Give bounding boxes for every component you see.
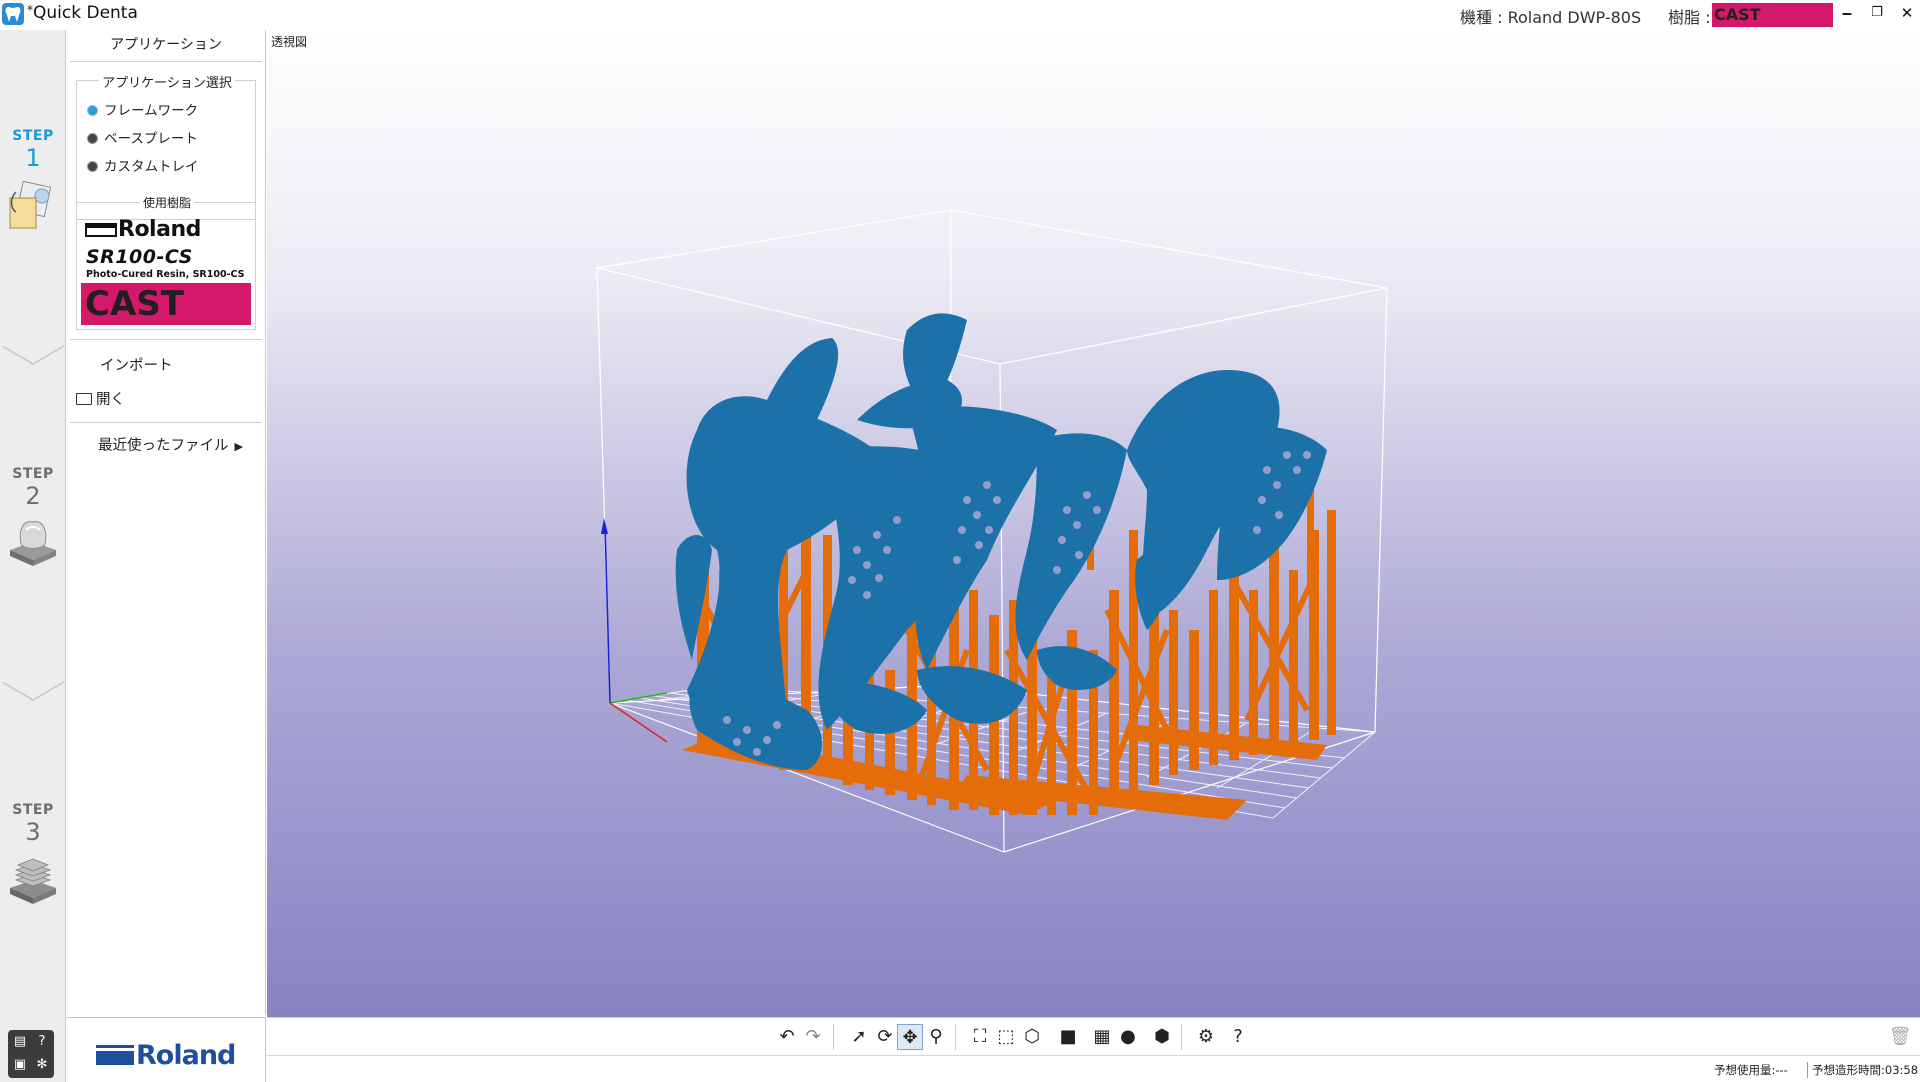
settings-icon[interactable]: ⚙ bbox=[1193, 1024, 1219, 1050]
zoom-icon[interactable]: ⚲ bbox=[923, 1024, 949, 1050]
step-3-label: STEP bbox=[12, 802, 54, 818]
quick-denta-app-icon[interactable] bbox=[2, 3, 24, 25]
select-icon[interactable]: ➚ bbox=[846, 1024, 872, 1050]
z-axis-arrow bbox=[601, 518, 608, 534]
close-button[interactable]: ✕ bbox=[1896, 2, 1918, 24]
step-1-label: STEP bbox=[12, 128, 54, 144]
submenu-arrow-icon: ▶ bbox=[234, 440, 243, 453]
divider bbox=[70, 422, 262, 423]
framework-document-icon bbox=[6, 178, 60, 234]
step-3-button[interactable]: STEP 3 bbox=[0, 802, 66, 908]
z-axis bbox=[604, 524, 611, 704]
resin-type-cast: CAST bbox=[81, 283, 251, 325]
trash-icon[interactable]: 🗑 bbox=[1887, 1024, 1913, 1050]
step-2-label: STEP bbox=[12, 466, 54, 482]
status-bar: 予想使用量:--- 予想造形時間:03:58 bbox=[267, 1055, 1920, 1082]
roland-logo: Roland bbox=[85, 217, 201, 242]
resin-name: SR100-CS bbox=[86, 246, 193, 268]
save-icon[interactable]: ▣ bbox=[11, 1056, 29, 1074]
document-icon[interactable]: ▤ bbox=[11, 1033, 29, 1051]
fit-selection-icon[interactable]: ⬚ bbox=[993, 1024, 1019, 1050]
help-icon[interactable]: ? bbox=[1225, 1024, 1251, 1050]
recent-files-menu[interactable]: 最近使ったファイル ▶ bbox=[98, 434, 243, 455]
title-bar: *Quick Denta 機種 : Roland DWP-80S 樹脂 : CA… bbox=[0, 0, 1920, 30]
estimated-build-time: 予想造形時間:03:58 bbox=[1807, 1062, 1918, 1078]
step-2-button[interactable]: STEP 2 bbox=[0, 466, 66, 572]
roland-brand-logo: Roland bbox=[66, 1017, 266, 1082]
settings-gear-icon[interactable]: ✻ bbox=[33, 1056, 51, 1074]
window-title: *Quick Denta bbox=[27, 3, 138, 23]
toolbar-separator bbox=[1181, 1024, 1182, 1050]
radio-framework[interactable]: フレームワーク bbox=[87, 99, 198, 119]
radio-checked-icon bbox=[87, 105, 98, 116]
display-mode-icon[interactable]: ■ bbox=[1055, 1024, 1081, 1050]
rotate-icon[interactable]: ⟳ bbox=[872, 1024, 898, 1050]
radio-unchecked-icon bbox=[87, 161, 98, 172]
resin-description: Photo-Cured Resin, SR100-CS bbox=[86, 269, 245, 280]
open-file-button[interactable]: 開く bbox=[76, 388, 125, 409]
fit-view-icon[interactable]: ⛶ bbox=[967, 1024, 993, 1050]
toolbar-separator bbox=[833, 1024, 834, 1050]
restore-button[interactable]: ❐ bbox=[1866, 2, 1888, 24]
estimated-usage: 予想使用量:--- bbox=[1714, 1063, 1788, 1077]
tooth-on-platform-icon bbox=[6, 516, 60, 572]
step-3-number: 3 bbox=[25, 818, 41, 846]
resin-badge: CAST bbox=[1712, 3, 1833, 27]
minimize-button[interactable]: ‒ bbox=[1836, 2, 1858, 24]
machine-model-info: 機種 : Roland DWP-80S bbox=[1460, 8, 1642, 27]
radio-custom-tray[interactable]: カスタムトレイ bbox=[87, 155, 199, 175]
platform-icon[interactable]: ⬢ bbox=[1149, 1024, 1175, 1050]
step-2-number: 2 bbox=[25, 482, 41, 510]
panel-title: アプリケーション bbox=[110, 37, 222, 53]
radio-baseplate[interactable]: ベースプレート bbox=[87, 127, 198, 147]
import-section-label: インポート bbox=[100, 358, 173, 374]
application-panel: アプリケーション アプリケーション選択 フレームワーク ベースプレート カスタム… bbox=[66, 30, 266, 1015]
pan-icon[interactable]: ✥ bbox=[897, 1024, 923, 1050]
utility-buttons: ▤ ? ▣ ✻ bbox=[8, 1030, 54, 1078]
divider bbox=[70, 61, 262, 62]
redo-icon[interactable]: ↷ bbox=[800, 1024, 826, 1050]
x-axis bbox=[609, 702, 668, 743]
help-icon[interactable]: ? bbox=[33, 1033, 51, 1051]
resin-label: 樹脂 : bbox=[1668, 8, 1711, 27]
step-1-button[interactable]: STEP 1 bbox=[0, 128, 66, 234]
application-select-title: アプリケーション選択 bbox=[77, 72, 257, 91]
step-separator-chevron bbox=[1, 345, 65, 365]
divider bbox=[70, 339, 262, 340]
view-direction-icon[interactable]: ⬡ bbox=[1019, 1024, 1045, 1050]
sliced-layers-icon bbox=[6, 852, 60, 908]
step-1-number: 1 bbox=[25, 144, 41, 172]
view-toolbar: ↶ ↷ ➚ ⟳ ✥ ⚲ ⛶ ⬚ ⬡ ■ ▦ ● ⬢ ⚙ ? 🗑 bbox=[267, 1017, 1920, 1055]
radio-unchecked-icon bbox=[87, 133, 98, 144]
folder-icon bbox=[76, 393, 92, 405]
toolbar-separator bbox=[955, 1024, 956, 1050]
resin-group: 使用樹脂 Roland SR100-CS Photo-Cured Resin, … bbox=[76, 196, 256, 330]
3d-scene[interactable] bbox=[267, 30, 1920, 1017]
grid-icon[interactable]: ▦ bbox=[1089, 1024, 1115, 1050]
3d-viewport[interactable]: 透視図 bbox=[267, 30, 1920, 1017]
step-navigation: STEP 1 STEP 2 STEP 3 ▤ ? ▣ ✻ bbox=[0, 30, 66, 1082]
material-icon[interactable]: ● bbox=[1115, 1024, 1141, 1050]
step-separator-chevron bbox=[1, 681, 65, 701]
resin-group-title: 使用樹脂 bbox=[77, 194, 257, 211]
undo-icon[interactable]: ↶ bbox=[774, 1024, 800, 1050]
